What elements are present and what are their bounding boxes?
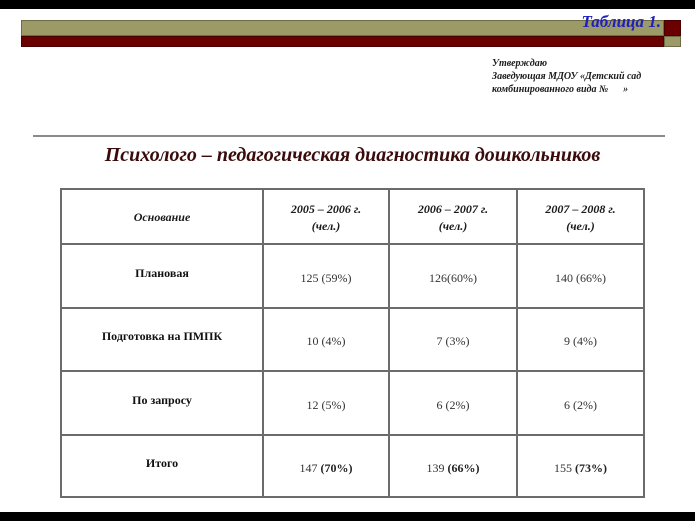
column-header-line: 2006 – 2007 г. bbox=[417, 201, 489, 216]
table-cell: 7 (3%) bbox=[388, 307, 518, 372]
top-black-band bbox=[0, 0, 695, 9]
header-corner-maroon-square bbox=[664, 20, 681, 36]
table-row: По запросу 12 (5%) 6 (2%) 6 (2%) bbox=[60, 370, 645, 436]
total-percent: (66%) bbox=[447, 460, 480, 475]
total-count: 139 bbox=[426, 460, 448, 475]
approval-line: Утверждаю bbox=[492, 58, 548, 69]
row-label: Итого bbox=[60, 434, 264, 498]
table-cell: 10 (4%) bbox=[262, 307, 390, 372]
total-percent: (70%) bbox=[320, 460, 353, 475]
approval-line: комбинированного вида № » bbox=[492, 84, 629, 95]
table-cell: 126(60%) bbox=[388, 243, 518, 309]
table-cell: 6 (2%) bbox=[388, 370, 518, 436]
total-count: 155 bbox=[554, 460, 575, 475]
bottom-black-band bbox=[0, 512, 695, 521]
table-row: Подготовка на ПМПК 10 (4%) 7 (3%) 9 (4%) bbox=[60, 307, 645, 372]
total-percent: (73%) bbox=[575, 460, 607, 475]
approval-block: Утверждаю Заведующая МДОУ «Детский сад к… bbox=[492, 57, 641, 96]
table-cell: 9 (4%) bbox=[516, 307, 645, 372]
table-row: Плановая 125 (59%) 126(60%) 140 (66%) bbox=[60, 243, 645, 309]
column-header-unit: (чел.) bbox=[438, 218, 468, 233]
horizontal-divider bbox=[33, 135, 665, 137]
column-header-line: 2007 – 2008 г. bbox=[545, 201, 616, 216]
table-cell: 12 (5%) bbox=[262, 370, 390, 436]
table-number-label: Таблица 1. bbox=[581, 12, 661, 31]
table-cell: 125 (59%) bbox=[262, 243, 390, 309]
column-header-2007-2008: 2007 – 2008 г. (чел.) bbox=[516, 188, 645, 245]
table-header-row: Основание 2005 – 2006 г. (чел.) 2006 – 2… bbox=[60, 188, 645, 245]
table-cell: 140 (66%) bbox=[516, 243, 645, 309]
column-header-2005-2006: 2005 – 2006 г. (чел.) bbox=[262, 188, 390, 245]
total-count: 147 bbox=[299, 460, 321, 475]
row-label: Плановая bbox=[60, 243, 264, 309]
total-cell: 155 (73%) bbox=[516, 434, 645, 498]
column-header-2006-2007: 2006 – 2007 г. (чел.) bbox=[388, 188, 518, 245]
page-title: Психолого – педагогическая диагностика д… bbox=[104, 144, 601, 166]
diagnostics-table: Основание 2005 – 2006 г. (чел.) 2006 – 2… bbox=[60, 188, 645, 498]
header-bar-olive-stripe bbox=[21, 20, 664, 36]
header-bar-maroon-stripe bbox=[21, 36, 664, 47]
row-label: Подготовка на ПМПК bbox=[60, 307, 264, 372]
column-header-unit: (чел.) bbox=[311, 218, 341, 233]
table-cell: 6 (2%) bbox=[516, 370, 645, 436]
column-header-line: Основание bbox=[133, 210, 191, 224]
column-header-line: 2005 – 2006 г. bbox=[290, 201, 362, 216]
row-label: По запросу bbox=[60, 370, 264, 436]
total-cell: 139 (66%) bbox=[388, 434, 518, 498]
total-cell: 147 (70%) bbox=[262, 434, 390, 498]
table-total-row: Итого 147 (70%) 139 (66%) 155 (73%) bbox=[60, 434, 645, 498]
column-header-unit: (чел.) bbox=[566, 218, 595, 233]
column-header-basis: Основание bbox=[60, 188, 264, 245]
header-corner-olive-square bbox=[664, 36, 681, 47]
approval-line: Заведующая МДОУ «Детский сад bbox=[492, 71, 642, 82]
